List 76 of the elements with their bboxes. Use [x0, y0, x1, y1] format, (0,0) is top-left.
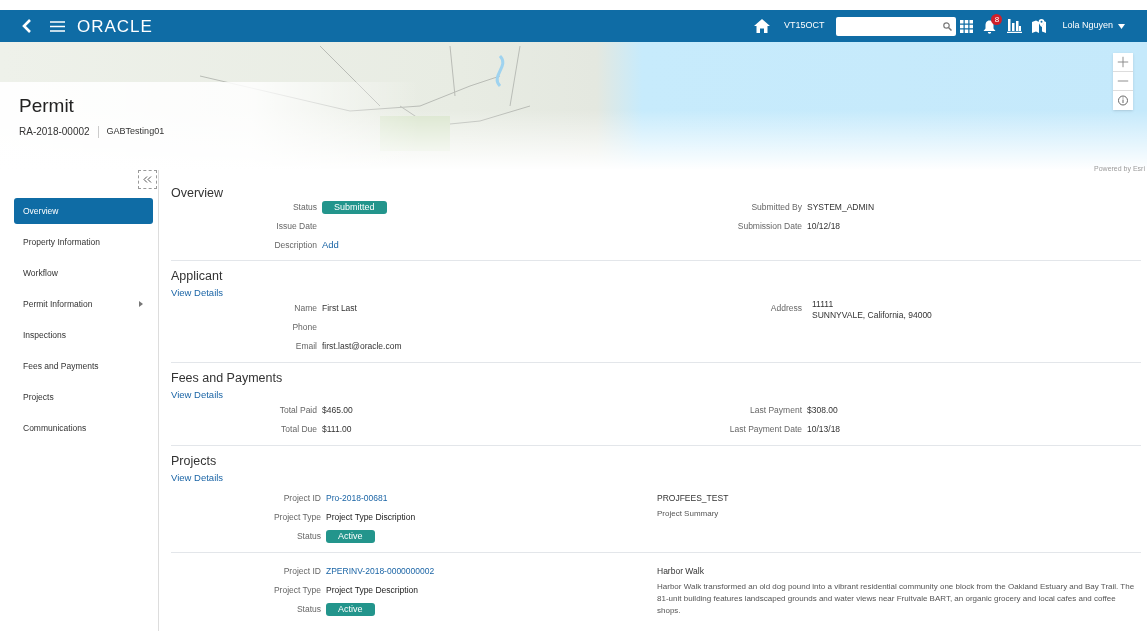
- home-icon[interactable]: [753, 19, 770, 33]
- field-value: Project Type Discription: [326, 511, 416, 524]
- field-value: $465.00: [322, 404, 353, 417]
- field-label: Status: [295, 530, 322, 543]
- menu-icon[interactable]: [50, 20, 65, 32]
- record-title: Permit: [19, 94, 75, 118]
- project-id-link[interactable]: Pro-2018-00681: [326, 492, 388, 505]
- notification-count: 8: [991, 14, 1003, 25]
- view-details-link[interactable]: View Details: [171, 387, 224, 403]
- field-label: Total Due: [280, 423, 318, 436]
- field-label: Submission Date: [736, 220, 803, 233]
- record-number: RA-2018-00002: [19, 125, 90, 139]
- field-label: Submitted By: [750, 201, 803, 214]
- field-value: SUNNYVALE, California, 94000: [812, 310, 932, 321]
- field-label: Project ID: [282, 492, 322, 505]
- field-label: Last Payment Date: [728, 423, 803, 436]
- field-value: 11111: [812, 299, 835, 310]
- project-summary: Project Summary: [657, 508, 720, 520]
- field-label: Description: [273, 239, 318, 252]
- field-label: Total Paid: [278, 404, 318, 417]
- status-badge: Active: [326, 603, 375, 616]
- field-label: Project Type: [272, 584, 322, 597]
- field-value: $111.00: [322, 423, 352, 436]
- grid-icon[interactable]: [960, 19, 974, 33]
- double-chevron-icon: [143, 176, 152, 183]
- oracle-logo[interactable]: ORACLE: [77, 17, 153, 35]
- bar-chart-icon[interactable]: [1007, 19, 1023, 33]
- map-pin-icon[interactable]: [1032, 19, 1047, 33]
- field-value: SYSTEM_ADMIN: [807, 201, 875, 214]
- field-label: Status: [295, 603, 322, 616]
- sidebar-item[interactable]: Projects: [14, 384, 153, 410]
- status-badge: Submitted: [322, 201, 387, 214]
- project-summary: Harbor Walk transformed an old dog pound into a vibrant residential community one block from the Oakland Estuary and Bay Trail. The 81-unit building features landscaped grounds and water views near Fruitvale BART, an organic grocery and local cafes and coffee shops.: [657, 581, 1136, 617]
- submenu-arrow-icon: [139, 301, 143, 307]
- field-label: Project ID: [282, 565, 322, 578]
- field-label: Phone: [291, 321, 318, 334]
- sidebar-item[interactable]: Workflow: [14, 260, 153, 286]
- search-field[interactable]: [836, 16, 957, 36]
- caret-icon: [1118, 23, 1125, 29]
- field-value: First Last: [322, 302, 357, 315]
- sidebar-item[interactable]: Fees and Payments: [14, 353, 153, 379]
- field-label: Issue Date: [275, 220, 318, 233]
- field-value: first.last@oracle.com: [322, 340, 402, 353]
- field-label: Project Type: [272, 511, 322, 524]
- sidebar-item[interactable]: Communications: [14, 415, 153, 441]
- search-icon: [943, 21, 953, 31]
- field-label: Last Payment: [749, 404, 803, 417]
- user-menu[interactable]: Lola Nguyen: [1062, 19, 1125, 33]
- back-icon[interactable]: [22, 19, 32, 33]
- context-label[interactable]: VT15OCT: [783, 19, 825, 33]
- field-value: Project Type Description: [326, 584, 418, 597]
- field-label: Address: [769, 302, 803, 315]
- field-value: 10/12/18: [807, 220, 841, 233]
- view-details-link[interactable]: View Details: [171, 470, 224, 486]
- project-id-link[interactable]: ZPERINV-2018-0000000002: [326, 565, 435, 578]
- section-title: Applicant: [171, 268, 224, 285]
- field-label: Email: [294, 340, 318, 353]
- section-title: Projects: [171, 453, 218, 470]
- status-badge: Active: [326, 530, 375, 543]
- bell-icon[interactable]: [983, 20, 997, 34]
- project-name: PROJFEES_TEST: [657, 492, 730, 505]
- sidebar-item[interactable]: Inspections: [14, 322, 153, 348]
- field-label: Name: [293, 302, 318, 315]
- field-label: Status: [291, 201, 318, 214]
- collapse-button[interactable]: [138, 170, 157, 189]
- section-title: Overview: [171, 185, 225, 202]
- section-title: Fees and Payments: [171, 370, 284, 387]
- sidebar-item[interactable]: Permit Information: [14, 291, 153, 317]
- sidebar-item[interactable]: Property Information: [14, 229, 153, 255]
- field-value: $308.00: [807, 404, 838, 417]
- project-name: Harbor Walk: [657, 565, 705, 578]
- record-name: GABTesting01: [106, 124, 165, 138]
- sidebar-item[interactable]: Overview: [14, 198, 153, 224]
- add-link[interactable]: Add: [322, 238, 339, 253]
- view-details-link[interactable]: View Details: [171, 285, 224, 301]
- field-value: 10/13/18: [807, 423, 841, 436]
